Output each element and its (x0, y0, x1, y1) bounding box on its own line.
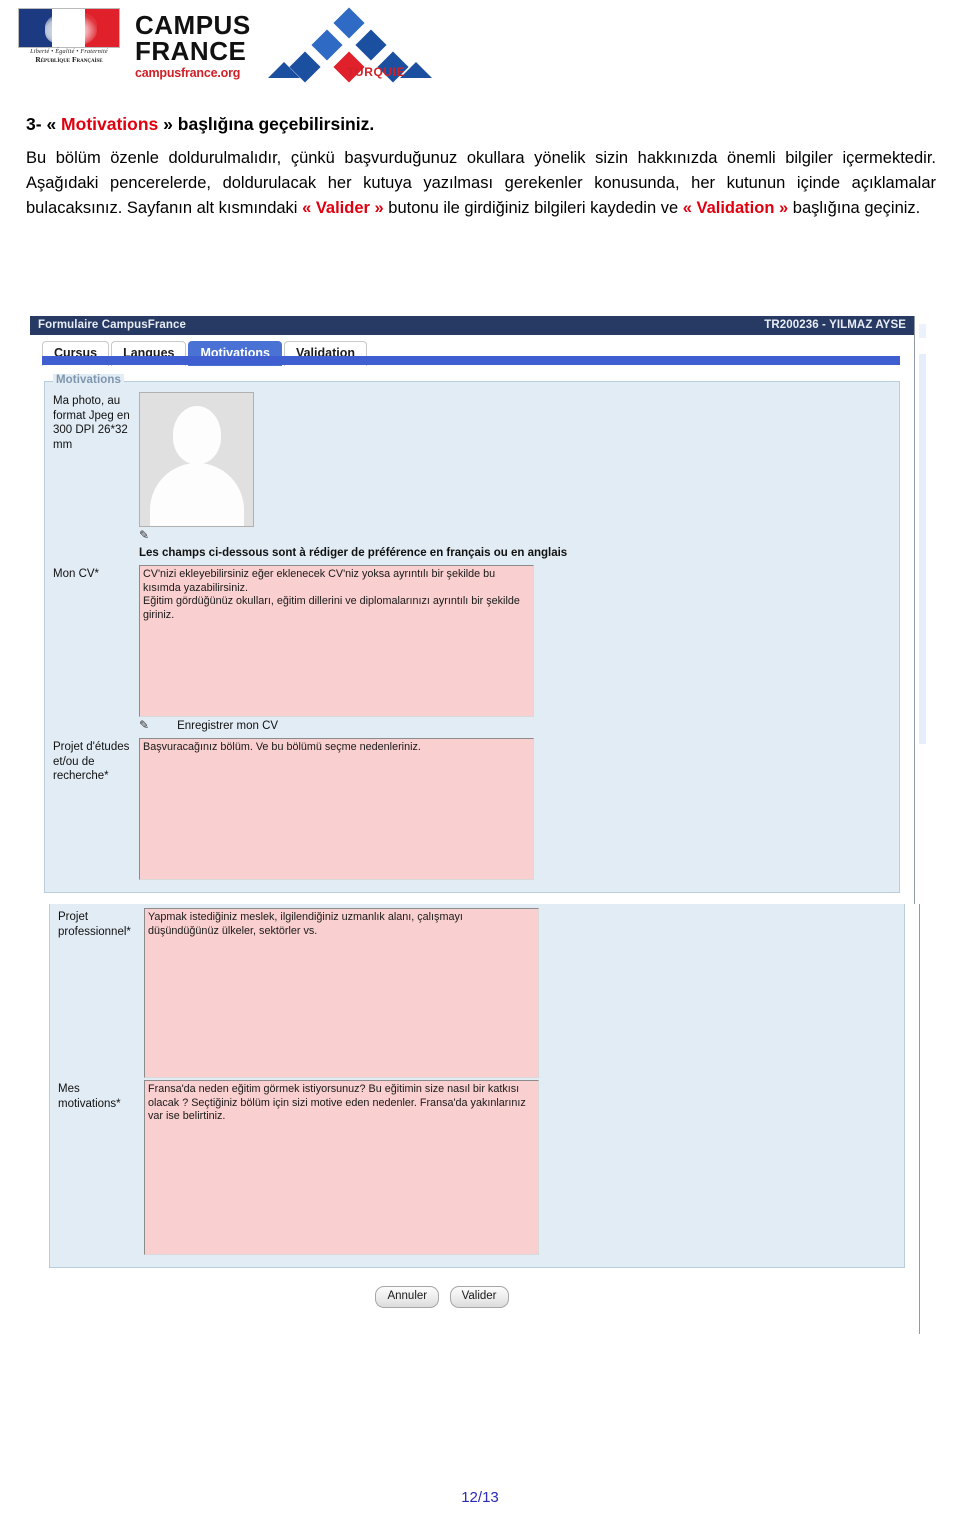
window-titlebar: Formulaire CampusFrance TR200236 - YILMA… (30, 316, 914, 335)
save-cv-row: ✎ Enregistrer mon CV (139, 717, 891, 736)
campus-france-logo: CAMPUS FRANCE campusfrance.org TURQUIE (135, 6, 465, 83)
instructions-block: 3- « Motivations » başlığına geçebilirsi… (26, 112, 936, 221)
quote-close: » (163, 114, 173, 134)
turquie-label: TURQUIE (347, 65, 406, 79)
instructions-part-3: başlığına geçiniz. (788, 199, 921, 217)
marianne-icon (45, 12, 97, 46)
save-cv-label[interactable]: Enregistrer mon CV (177, 720, 278, 732)
field-row-mon-cv: Mon CV* CV'nizi ekleyebilirsiniz eğer ek… (53, 565, 891, 736)
window-scrollbar[interactable] (919, 324, 926, 906)
avatar-body-icon (150, 463, 244, 526)
photo-row: Ma photo, au format Jpeg en 300 DPI 26*3… (53, 392, 891, 563)
french-flag-icon (18, 8, 120, 48)
heading-rest: başlığına geçebilirsiniz. (177, 114, 375, 134)
instructions-keyword-validation: « Validation » (682, 199, 789, 217)
instructions-heading: 3- « Motivations » başlığına geçebilirsi… (26, 112, 936, 136)
avatar-head-icon (173, 406, 221, 464)
textarea-mon-cv[interactable]: CV'nizi ekleyebilirsiniz eğer eklenecek … (139, 565, 534, 717)
quote-open: « (46, 114, 57, 134)
language-notice: Les champs ci-dessous sont à rédiger de … (139, 547, 568, 559)
page-logo-header: Liberté • Égalité • Fraternité Républiqu… (0, 0, 960, 92)
textarea-projet-professionnel[interactable]: Yapmak istediğiniz meslek, ilgilendiğini… (144, 908, 539, 1078)
label-projet-etudes: Projet d'études et/ou de recherche* (53, 741, 130, 782)
france-wordmark: FRANCE (135, 36, 247, 66)
flag-devise-text: Liberté • Égalité • Fraternité (30, 48, 108, 55)
field-row-mes-motivations: Mes motivations* Fransa'da neden eğitim … (58, 1080, 896, 1255)
embedded-screenshot: Formulaire CampusFrance TR200236 - YILMA… (24, 316, 936, 1346)
form-tabbar: Cursus Langues Motivations Validation (30, 335, 914, 366)
instructions-keyword-valider: « Valider » (302, 199, 384, 217)
window-title: Formulaire CampusFrance (38, 319, 187, 331)
flag-republic-text: République Française (35, 55, 103, 64)
field-row-projet-etudes: Projet d'études et/ou de recherche* Başv… (53, 738, 891, 880)
campusfrance-form-window-continued: Projet professionnel* Yapmak istediğiniz… (35, 904, 920, 1334)
pencil-attach-icon[interactable]: ✎ (139, 719, 149, 732)
textarea-mes-motivations[interactable]: Fransa'da neden eğitim görmek istiyorsun… (144, 1080, 539, 1255)
label-mon-cv: Mon CV* (53, 568, 100, 580)
campusfrance-url-text: campusfrance.org (135, 66, 241, 80)
pencil-attach-icon[interactable]: ✎ (139, 529, 149, 542)
form-action-buttons: Annuler Valider (49, 1268, 835, 1314)
cancel-button[interactable]: Annuler (375, 1286, 440, 1308)
textarea-projet-etudes[interactable]: Başvuracağınız bölüm. Ve bu bölümü seçme… (139, 738, 534, 880)
photo-preview[interactable] (139, 392, 254, 527)
form-body-continued: Projet professionnel* Yapmak istediğiniz… (35, 904, 919, 1334)
label-mes-motivations: Mes motivations* (58, 1083, 121, 1110)
logged-in-user: TR200236 - YILMAZ AYSE (764, 319, 906, 331)
screenshot-upper-slice: Formulaire CampusFrance TR200236 - YILMA… (30, 316, 930, 906)
instructions-part-2: butonu ile girdiğiniz bilgileri kaydedin… (383, 199, 683, 217)
page-number: 12/13 (461, 1489, 499, 1506)
instructions-paragraph: Bu bölüm özenle doldurulmalıdır, çünkü b… (26, 146, 936, 221)
step-number: 3- (26, 114, 42, 134)
heading-keyword-motivations: Motivations (61, 114, 159, 134)
form-body: Motivations Ma photo, au format Jpeg en … (30, 365, 914, 906)
field-row-projet-professionnel: Projet professionnel* Yapmak istediğiniz… (58, 908, 896, 1078)
republique-francaise-logo: Liberté • Égalité • Fraternité Républiqu… (18, 8, 120, 64)
campus-wordmark: CAMPUS (135, 10, 251, 40)
validate-button[interactable]: Valider (449, 1286, 509, 1308)
motivations-fieldset: Motivations Ma photo, au format Jpeg en … (44, 374, 900, 893)
photo-attach-row: ✎ (139, 527, 891, 546)
campusfrance-form-window: Formulaire CampusFrance TR200236 - YILMA… (30, 316, 915, 906)
fieldset-legend: Motivations (53, 374, 124, 386)
screenshot-lower-slice: Projet professionnel* Yapmak istediğiniz… (35, 904, 935, 1346)
motivations-fieldset-continued: Projet professionnel* Yapmak istediğiniz… (49, 904, 905, 1268)
tabbar-underline (42, 356, 900, 365)
photo-label: Ma photo, au format Jpeg en 300 DPI 26*3… (53, 395, 130, 451)
label-projet-professionnel: Projet professionnel* (58, 911, 131, 938)
